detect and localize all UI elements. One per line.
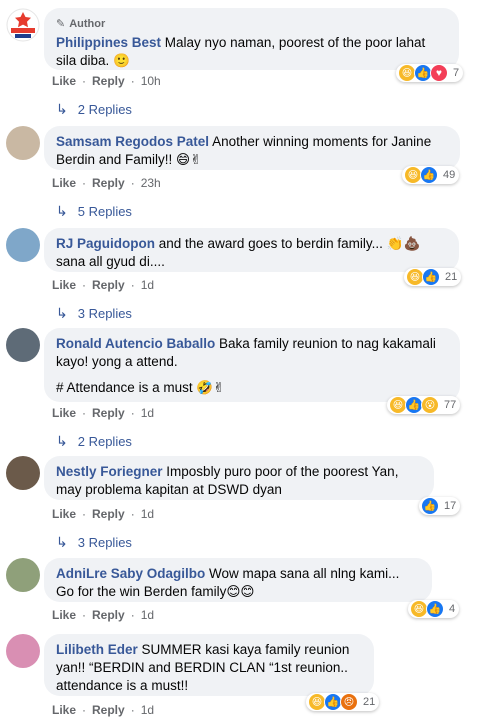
reactions-count: 49: [443, 169, 456, 181]
wow-icon: 😮: [421, 396, 439, 414]
timestamp[interactable]: 10h: [141, 74, 161, 88]
comment-actions: Like · Reply · 1d: [52, 406, 155, 420]
comment-author-name[interactable]: Samsam Regodos Patel: [56, 134, 209, 149]
timestamp[interactable]: 23h: [141, 176, 161, 190]
view-replies-link[interactable]: ↳ 2 Replies: [56, 433, 132, 450]
comment-bubble: Lilibeth Eder SUMMER kasi kaya family re…: [44, 634, 374, 696]
comment-actions: Like · Reply · 1d: [52, 278, 155, 292]
comment-actions: Like · Reply · 23h: [52, 176, 161, 190]
avatar[interactable]: [6, 634, 40, 668]
like-link[interactable]: Like: [52, 608, 76, 622]
reactions-count: 7: [453, 67, 460, 79]
reactions-summary[interactable]: 😆 👍 😠 21: [306, 693, 380, 711]
like-icon: 👍: [426, 600, 444, 618]
comment-actions: Like · Reply · 1d: [52, 608, 155, 622]
avatar[interactable]: [6, 328, 40, 362]
timestamp[interactable]: 1d: [141, 608, 154, 622]
like-link[interactable]: Like: [52, 74, 76, 88]
comment-bubble: AdniLre Saby Odagilbo Wow mapa sana all …: [44, 558, 432, 602]
reply-link[interactable]: Reply: [92, 74, 125, 88]
comment-author-name[interactable]: RJ Paguidopon: [56, 236, 155, 251]
reply-link[interactable]: Reply: [92, 703, 125, 717]
author-badge: ✎ Author: [56, 15, 447, 33]
reply-arrow-icon: ↳: [56, 203, 68, 219]
timestamp[interactable]: 1d: [141, 703, 154, 717]
like-link[interactable]: Like: [52, 406, 76, 420]
reactions-summary[interactable]: 😆 👍 4: [408, 600, 460, 618]
reactions-summary[interactable]: 😆 👍 49: [402, 166, 460, 184]
reactions-summary[interactable]: 😆 👍 ♥ 7: [396, 64, 464, 82]
comment-author-name[interactable]: Philippines Best: [56, 35, 161, 50]
comment-actions: Like · Reply · 1d: [52, 703, 155, 717]
reactions-count: 17: [444, 500, 457, 512]
comment-bubble: Samsam Regodos Patel Another winning mom…: [44, 126, 460, 170]
love-icon: ♥: [430, 64, 448, 82]
reply-arrow-icon: ↳: [56, 305, 68, 321]
avatar[interactable]: [6, 228, 40, 262]
reactions-count: 21: [445, 271, 458, 283]
page-logo-icon: [6, 8, 40, 42]
comment-author-name[interactable]: AdniLre Saby Odagilbo: [56, 566, 205, 581]
view-replies-link[interactable]: ↳ 5 Replies: [56, 203, 132, 220]
reactions-count: 4: [449, 603, 456, 615]
view-replies-link[interactable]: ↳ 3 Replies: [56, 305, 132, 322]
view-replies-link[interactable]: ↳ 3 Replies: [56, 534, 132, 551]
angry-icon: 😠: [340, 693, 358, 711]
timestamp[interactable]: 1d: [141, 278, 154, 292]
reply-arrow-icon: ↳: [56, 534, 68, 550]
reply-arrow-icon: ↳: [56, 101, 68, 117]
timestamp[interactable]: 1d: [141, 406, 154, 420]
reply-link[interactable]: Reply: [92, 608, 125, 622]
like-icon: 👍: [420, 166, 438, 184]
pencil-icon: ✎: [56, 18, 66, 30]
reply-link[interactable]: Reply: [92, 507, 125, 521]
avatar[interactable]: [6, 456, 40, 490]
comment-actions: Like · Reply · 1d: [52, 507, 155, 521]
reactions-count: 21: [363, 696, 376, 708]
like-link[interactable]: Like: [52, 507, 76, 521]
reactions-count: 77: [444, 399, 457, 411]
reply-arrow-icon: ↳: [56, 433, 68, 449]
like-icon: 👍: [421, 497, 439, 515]
comment-actions: Like · Reply · 10h: [52, 74, 161, 88]
reply-link[interactable]: Reply: [92, 278, 125, 292]
reactions-summary[interactable]: 😆 👍 21: [404, 268, 462, 286]
like-link[interactable]: Like: [52, 703, 76, 717]
comment-bubble: Ronald Autencio Baballo Baka family reun…: [44, 328, 460, 402]
comment-bubble: ✎ Author Philippines Best Malay nyo nama…: [44, 8, 459, 70]
comment-author-name[interactable]: Ronald Autencio Baballo: [56, 336, 215, 351]
comment-bubble: Nestly Foriegner Imposbly puro poor of t…: [44, 456, 434, 500]
timestamp[interactable]: 1d: [141, 507, 154, 521]
view-replies-link[interactable]: ↳ 2 Replies: [56, 101, 132, 118]
like-link[interactable]: Like: [52, 278, 76, 292]
like-icon: 👍: [422, 268, 440, 286]
reply-link[interactable]: Reply: [92, 176, 125, 190]
reactions-summary[interactable]: 😆 👍 😮 77: [387, 396, 461, 414]
avatar[interactable]: [6, 126, 40, 160]
reply-link[interactable]: Reply: [92, 406, 125, 420]
comment-text-line: # Attendance is a must 🤣✌: [56, 380, 225, 395]
reactions-summary[interactable]: 👍 17: [419, 497, 461, 515]
comment-author-name[interactable]: Nestly Foriegner: [56, 464, 163, 479]
comment-author-name[interactable]: Lilibeth Eder: [56, 642, 138, 657]
comment-bubble: RJ Paguidopon and the award goes to berd…: [44, 228, 459, 272]
avatar[interactable]: [6, 8, 40, 42]
avatar[interactable]: [6, 558, 40, 592]
like-link[interactable]: Like: [52, 176, 76, 190]
